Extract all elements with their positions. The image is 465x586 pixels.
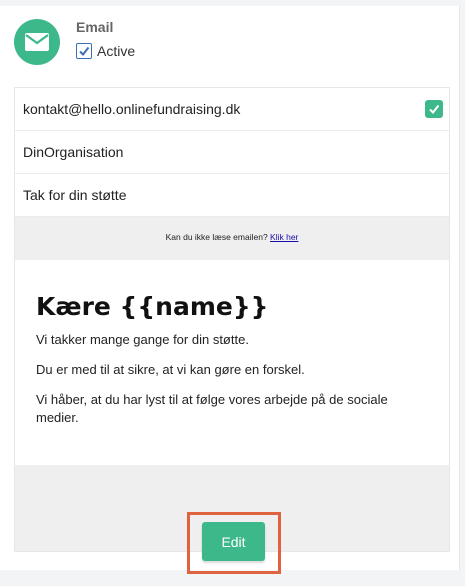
active-label: Active: [97, 43, 136, 59]
checkmark-icon: [79, 46, 90, 57]
envelope-icon: [14, 19, 60, 65]
sender-name-value: DinOrganisation: [23, 144, 124, 160]
subject-value: Tak for din støtte: [23, 187, 127, 203]
channel-header: Email Active: [14, 19, 454, 75]
email-body: Kære {{name}} Vi takker mange gange for …: [15, 260, 449, 465]
edit-button[interactable]: Edit: [202, 522, 265, 561]
active-toggle[interactable]: Active: [76, 43, 135, 59]
sender-name-field[interactable]: DinOrganisation: [15, 131, 449, 174]
active-checkbox[interactable]: [76, 43, 92, 59]
body-paragraph: Vi takker mange gange for din støtte.: [36, 332, 249, 347]
body-paragraph: Du er med til at sikre, at vi kan gøre e…: [36, 362, 305, 377]
body-paragraph: Vi håber, at du har lyst til at følge vo…: [36, 392, 388, 425]
view-prompt-text: Kan du ikke læse emailen?: [165, 232, 268, 242]
sender-email-field[interactable]: kontakt@hello.onlinefundraising.dk: [15, 88, 449, 131]
channel-title: Email: [76, 19, 114, 35]
sender-email-value: kontakt@hello.onlinefundraising.dk: [23, 101, 241, 117]
email-preview: Kan du ikke læse emailen? Klik her Kære …: [15, 217, 449, 551]
email-settings-panel: kontakt@hello.onlinefundraising.dk DinOr…: [14, 87, 450, 552]
view-in-browser-link[interactable]: Klik her: [270, 232, 298, 242]
greeting-heading: Kære {{name}}: [36, 292, 269, 321]
verified-check-icon: [425, 100, 443, 118]
view-in-browser-line: Kan du ikke læse emailen? Klik her: [15, 232, 449, 242]
subject-field[interactable]: Tak for din støtte: [15, 174, 449, 217]
